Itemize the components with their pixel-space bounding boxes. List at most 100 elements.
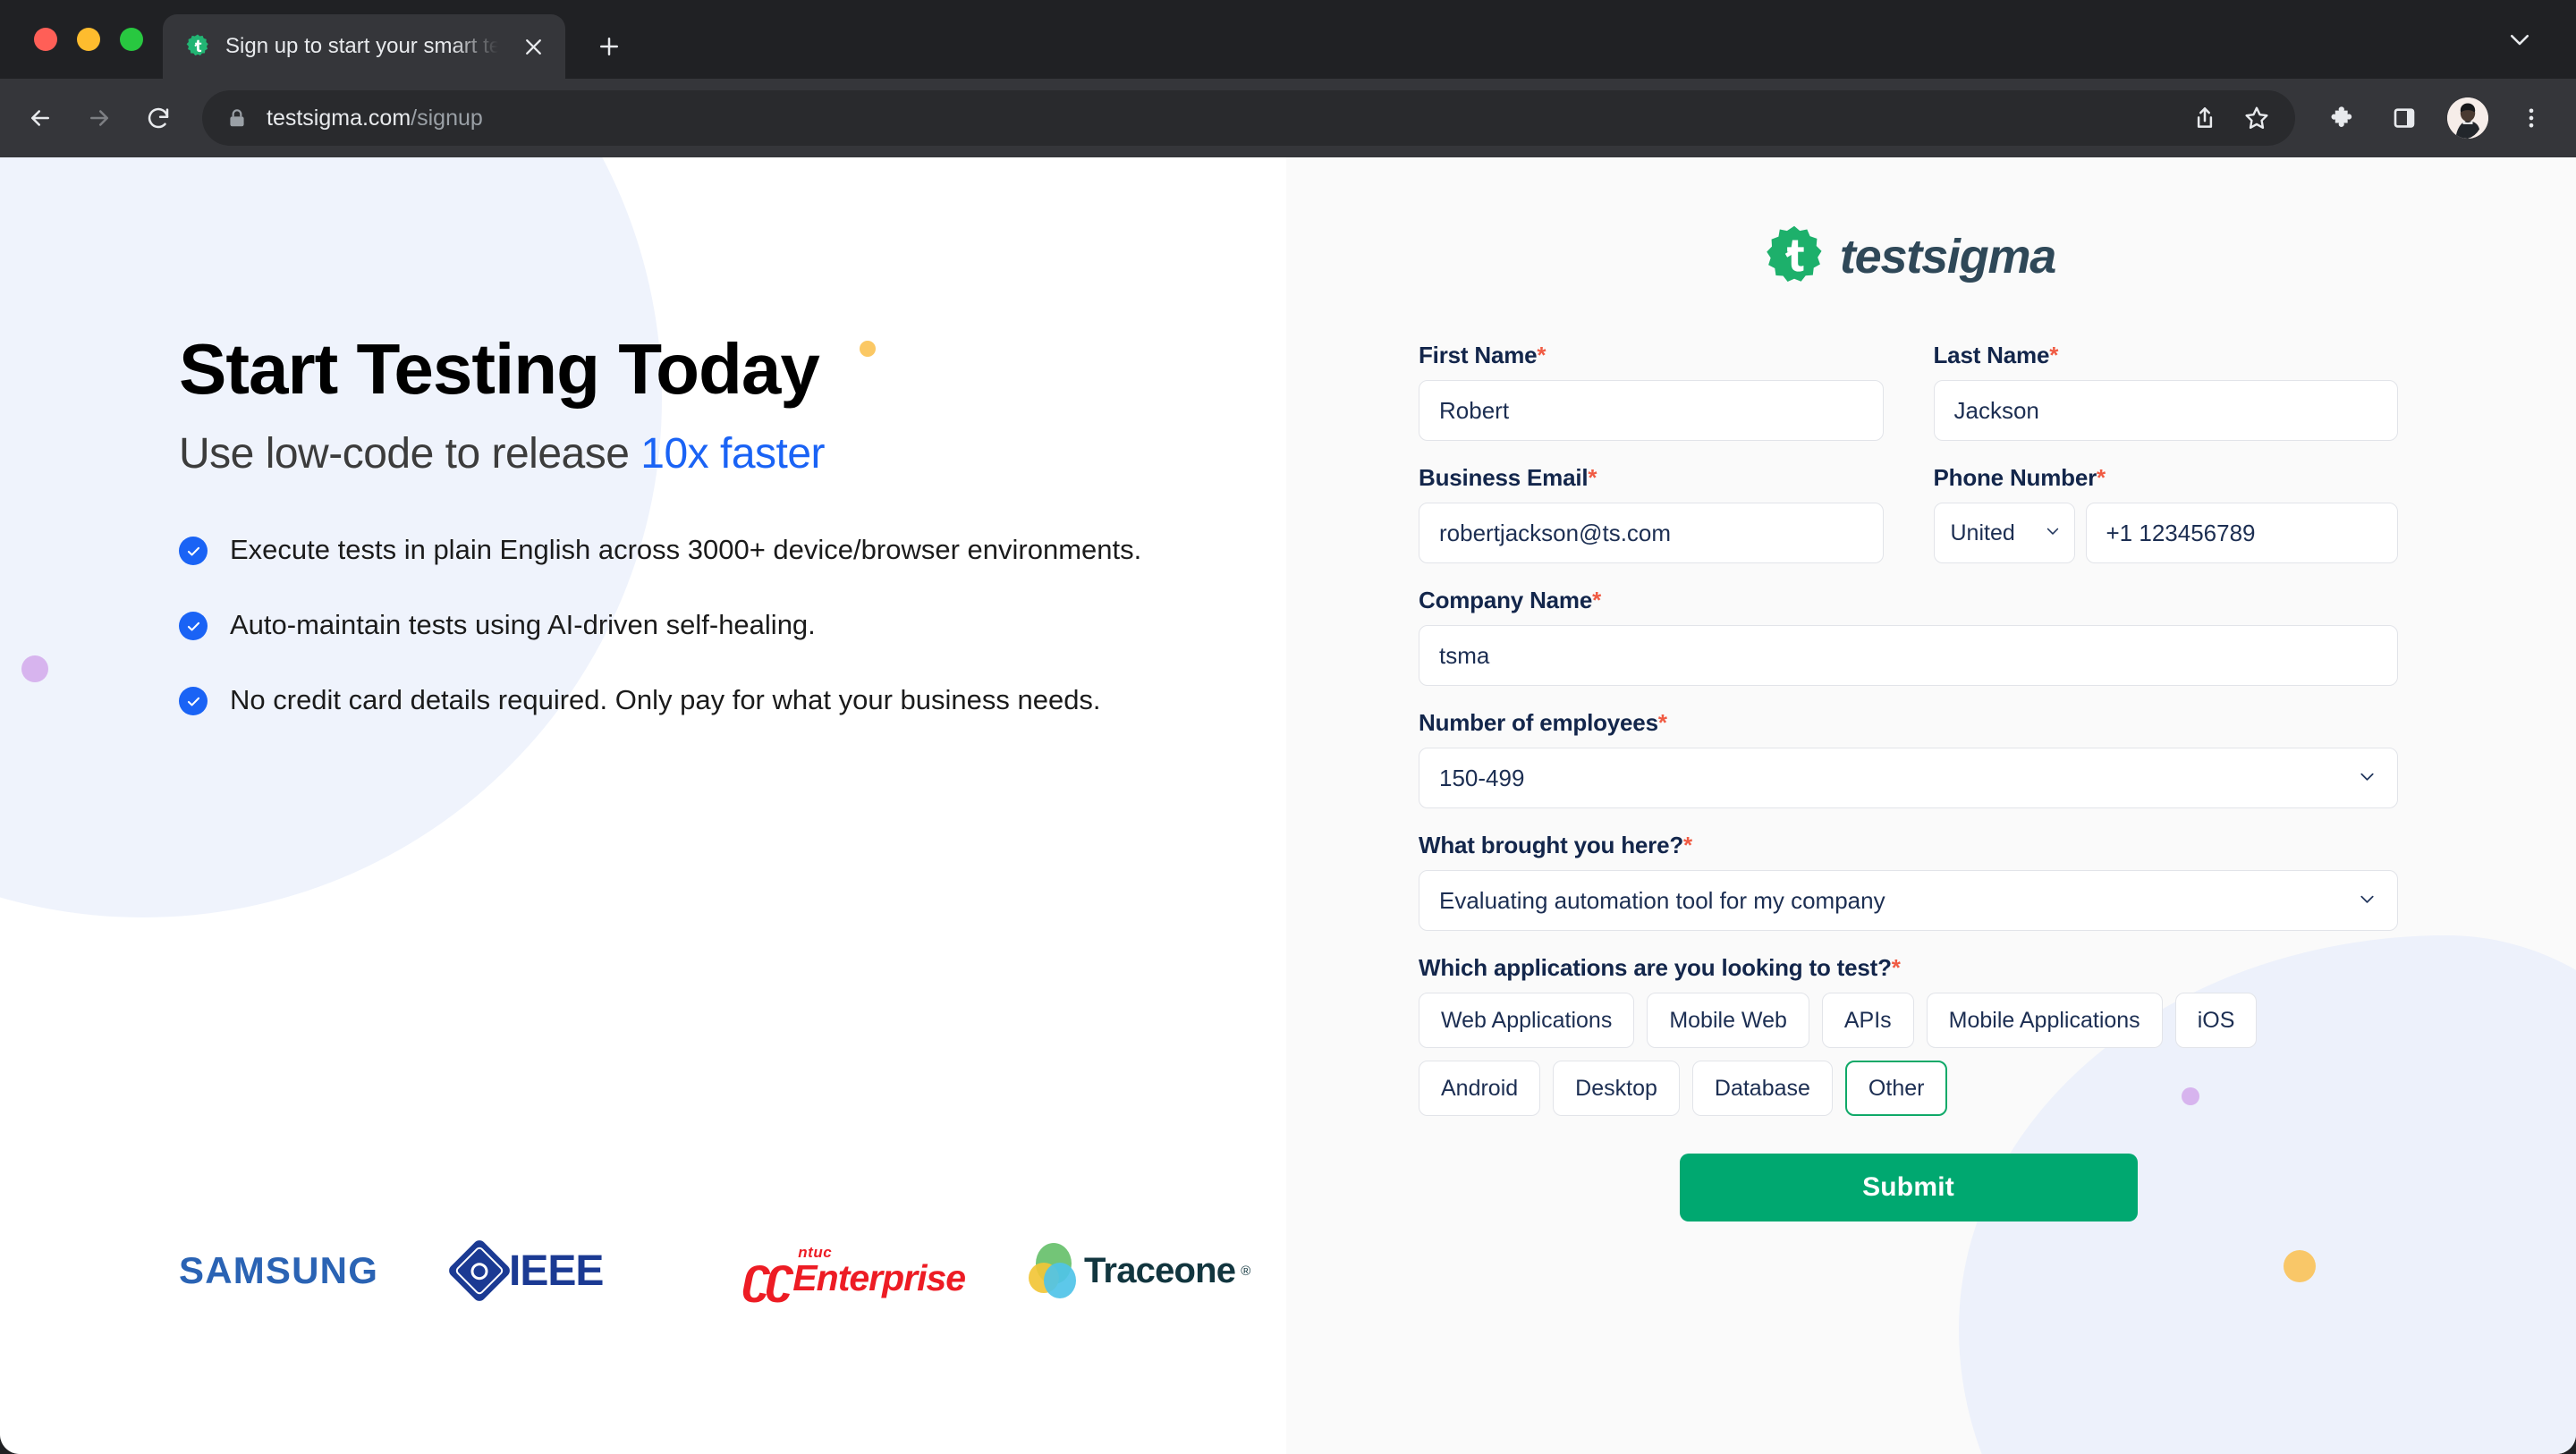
first-name-label: First Name* — [1419, 342, 1884, 369]
ntuc-logo-text: Enterprise — [792, 1257, 966, 1298]
application-chip-group: Web Applications Mobile Web APIs Mobile … — [1419, 993, 2322, 1116]
samsung-logo-text: SAMSUNG — [179, 1249, 379, 1291]
first-name-input[interactable]: Robert — [1419, 380, 1884, 441]
required-mark: * — [1592, 587, 1602, 613]
testsigma-logo: testsigma — [1419, 224, 2398, 290]
brought-here-label: What brought you here?* — [1419, 832, 2398, 859]
chip-other[interactable]: Other — [1844, 1061, 1948, 1116]
list-item-label: Auto-maintain tests using AI-driven self… — [230, 609, 816, 641]
toolbar-right-actions — [2317, 97, 2549, 139]
brought-here-select[interactable]: Evaluating automation tool for my compan… — [1419, 870, 2398, 931]
employees-field-group: Number of employees* 150-499 — [1419, 709, 2398, 808]
puzzle-piece-icon[interactable] — [2326, 100, 2361, 136]
business-email-field-group: Business Email* robertjackson@ts.com — [1419, 464, 1884, 563]
ieee-logo-text: IEEE — [509, 1247, 604, 1295]
new-tab-button[interactable] — [585, 22, 633, 71]
applications-label: Which applications are you looking to te… — [1419, 954, 2398, 982]
submit-button[interactable]: Submit — [1679, 1154, 2138, 1222]
decorative-dot-purple — [21, 655, 48, 682]
company-name-input[interactable]: tsma — [1419, 625, 2398, 686]
brought-here-value: Evaluating automation tool for my compan… — [1439, 886, 1885, 914]
list-item-label: Execute tests in plain English across 30… — [230, 534, 1142, 566]
window-close-button[interactable] — [34, 28, 57, 51]
page-title: Start Testing Today — [179, 329, 820, 409]
chip-mobile-applications[interactable]: Mobile Applications — [1926, 993, 2163, 1048]
browser-window: Sign up to start your smart tes testsigm… — [0, 0, 2576, 1454]
last-name-label: Last Name* — [1934, 342, 2399, 369]
chevron-down-icon — [2044, 522, 2062, 544]
phone-field-group: Phone Number* United +1 123456789 — [1933, 464, 2398, 563]
testsigma-gear-icon — [1761, 224, 1827, 290]
first-name-label-text: First Name — [1419, 342, 1538, 368]
employees-select[interactable]: 150-499 — [1419, 748, 2398, 808]
share-icon[interactable] — [2190, 103, 2220, 133]
company-name-label: Company Name* — [1419, 587, 2398, 614]
chip-mobile-web[interactable]: Mobile Web — [1647, 993, 1809, 1048]
chip-ios[interactable]: iOS — [2174, 993, 2258, 1048]
tab-strip-right — [2496, 0, 2576, 79]
traceone-logo: Traceone ® — [1029, 1243, 1250, 1298]
phone-number-input[interactable]: +1 123456789 — [2085, 503, 2398, 563]
traceone-logo-reg: ® — [1241, 1263, 1251, 1279]
testsigma-gear-icon — [184, 33, 211, 60]
list-item: Auto-maintain tests using AI-driven self… — [179, 605, 1234, 645]
applications-label-text: Which applications are you looking to te… — [1419, 954, 1892, 981]
decorative-dot-yellow — [2284, 1250, 2316, 1282]
employees-label: Number of employees* — [1419, 709, 2398, 737]
samsung-logo: SAMSUNG — [179, 1249, 456, 1292]
chip-desktop[interactable]: Desktop — [1553, 1061, 1680, 1116]
reload-icon[interactable] — [131, 90, 186, 146]
hero-subtitle: Use low-code to release 10x faster — [179, 429, 1234, 478]
browser-tab[interactable]: Sign up to start your smart tes — [163, 14, 565, 79]
hero-content: Start Testing Today Use low-code to rele… — [179, 329, 1234, 756]
window-minimize-button[interactable] — [77, 28, 100, 51]
address-bar[interactable]: testsigma.com/signup — [202, 90, 2295, 146]
last-name-label-text: Last Name — [1933, 342, 2050, 368]
chip-apis[interactable]: APIs — [1821, 993, 1914, 1048]
contact-row: Business Email* robertjackson@ts.com Pho… — [1419, 464, 2398, 587]
url-domain: testsigma.com — [267, 105, 411, 131]
chevron-down-icon[interactable] — [2496, 15, 2544, 63]
close-icon[interactable] — [515, 29, 551, 64]
required-mark: * — [1537, 342, 1546, 368]
phone-country-select[interactable]: United — [1933, 503, 2075, 563]
chip-web-applications[interactable]: Web Applications — [1419, 993, 1635, 1048]
required-mark: * — [2097, 464, 2106, 491]
three-dot-menu-icon[interactable] — [2513, 100, 2549, 136]
required-mark: * — [1588, 464, 1597, 491]
last-name-field-group: Last Name* Jackson — [1933, 342, 2399, 441]
side-panel-icon[interactable] — [2386, 100, 2422, 136]
business-email-label: Business Email* — [1419, 464, 1884, 492]
list-item: Execute tests in plain English across 30… — [179, 530, 1234, 570]
phone-number-label-text: Phone Number — [1933, 464, 2097, 491]
check-circle-icon — [179, 687, 208, 716]
first-name-field-group: First Name* Robert — [1419, 342, 1884, 441]
last-name-input[interactable]: Jackson — [1933, 380, 2398, 441]
star-icon[interactable] — [2241, 103, 2272, 133]
chip-android[interactable]: Android — [1419, 1061, 1541, 1116]
phone-input-row: United +1 123456789 — [1933, 503, 2398, 563]
address-bar-actions — [2190, 103, 2272, 133]
arrow-right-icon[interactable] — [72, 90, 127, 146]
ieee-logo: IEEE — [446, 1238, 742, 1304]
check-circle-icon — [179, 612, 208, 641]
business-email-label-text: Business Email — [1419, 464, 1589, 491]
required-mark: * — [1891, 954, 1901, 981]
url-path: /signup — [411, 105, 483, 131]
arrow-left-icon[interactable] — [13, 90, 68, 146]
ntuc-mark-icon: ʗʗ — [742, 1247, 793, 1304]
lock-icon — [225, 106, 249, 130]
employees-label-text: Number of employees — [1419, 709, 1658, 736]
chevron-down-icon — [2357, 889, 2377, 913]
browser-toolbar: testsigma.com/signup — [0, 79, 2576, 157]
tab-strip: Sign up to start your smart tes — [0, 0, 2576, 79]
window-maximize-button[interactable] — [120, 28, 143, 51]
avatar[interactable] — [2447, 97, 2488, 139]
employees-value: 150-499 — [1439, 764, 1525, 791]
page-viewport: Start Testing Today Use low-code to rele… — [0, 157, 2576, 1454]
hero-panel: Start Testing Today Use low-code to rele… — [0, 157, 1286, 1454]
chip-database[interactable]: Database — [1691, 1061, 1833, 1116]
customer-logo-strip: SAMSUNG IEEE ʗʗ ntuc Enterprise Traceone… — [179, 1238, 1250, 1304]
required-mark: * — [1657, 709, 1667, 736]
business-email-input[interactable]: robertjackson@ts.com — [1419, 503, 1884, 563]
